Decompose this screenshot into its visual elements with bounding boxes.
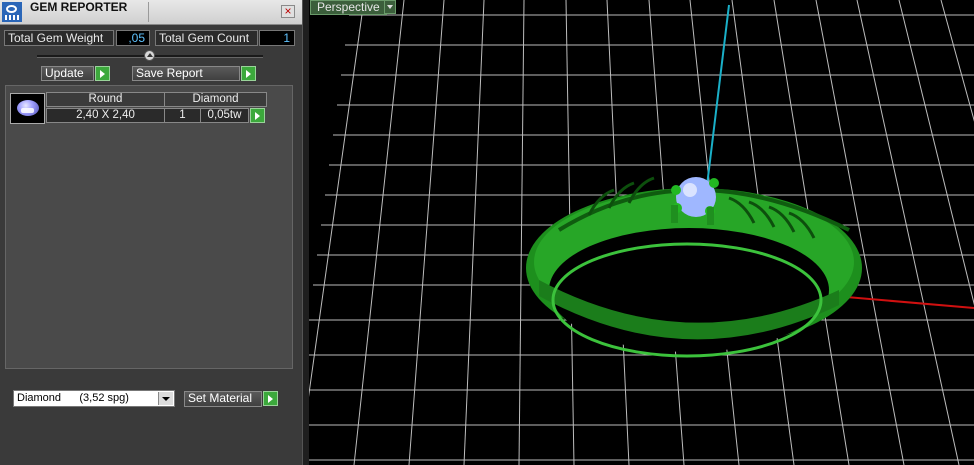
save-report-button[interactable]: Save Report <box>132 66 240 81</box>
perspective-viewport[interactable]: Perspective <box>309 0 974 465</box>
view-mode-dropdown-icon[interactable] <box>384 0 396 14</box>
material-select-value: Diamond (3,52 spg) <box>17 392 129 404</box>
save-report-arrow-icon[interactable] <box>241 66 256 81</box>
gem-weight-cell: 0,05tw <box>200 108 249 123</box>
panel-titlebar: GEM REPORTER × <box>0 0 302 25</box>
material-select[interactable]: Diamond (3,52 spg) <box>13 390 175 407</box>
close-icon[interactable]: × <box>281 5 295 18</box>
round-gem-thumbnail <box>10 93 45 124</box>
gem-material-header: Diamond <box>164 92 267 107</box>
panel-divider[interactable] <box>302 0 309 465</box>
update-arrow-icon[interactable] <box>95 66 110 81</box>
total-gem-weight-label: Total Gem Weight <box>4 30 114 46</box>
gem-reporter-icon <box>2 2 22 22</box>
total-gem-count-value: 1 <box>259 30 295 46</box>
gem-count-cell: 1 <box>164 108 201 123</box>
gem-list <box>5 85 293 369</box>
gem-row-arrow-icon[interactable] <box>250 108 265 123</box>
panel-title: GEM REPORTER <box>30 0 128 14</box>
chevron-down-icon[interactable] <box>158 392 173 405</box>
total-gem-weight-value: ,05 <box>116 30 150 46</box>
gem-size-cell: 2,40 X 2,40 <box>46 108 165 123</box>
total-gem-count-label: Total Gem Count <box>155 30 258 46</box>
update-button[interactable]: Update <box>41 66 94 81</box>
gem-reporter-panel: GEM REPORTER × Total Gem Weight ,05 Tota… <box>0 0 302 465</box>
set-material-arrow-icon[interactable] <box>263 391 278 406</box>
view-mode-label[interactable]: Perspective <box>310 0 387 15</box>
slider-thumb[interactable] <box>144 50 155 61</box>
title-separator <box>148 2 149 22</box>
viewport-scene[interactable] <box>309 0 974 465</box>
gem-shape-header: Round <box>46 92 165 107</box>
set-material-button[interactable]: Set Material <box>184 391 262 407</box>
